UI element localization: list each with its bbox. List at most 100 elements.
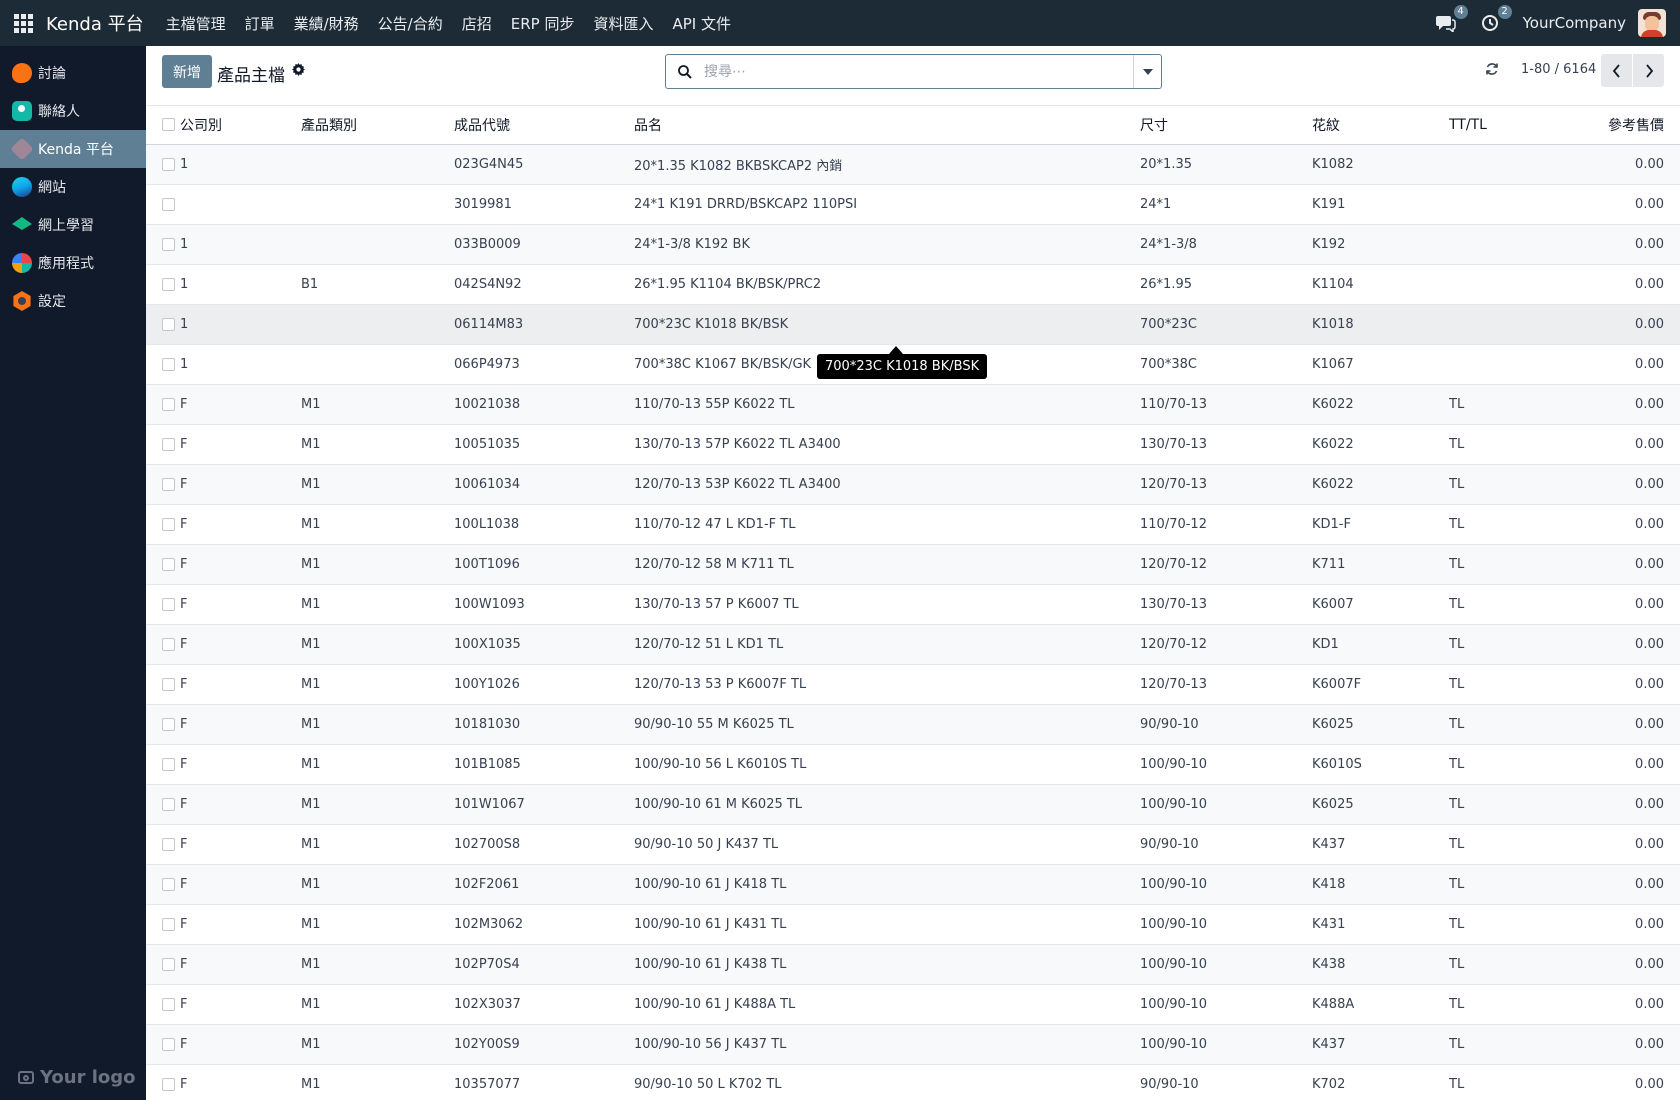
column-header-category[interactable]: 產品類別 xyxy=(301,106,454,145)
select-all-checkbox[interactable] xyxy=(162,118,175,132)
row-checkbox[interactable] xyxy=(162,1037,175,1051)
row-select-cell[interactable] xyxy=(146,1064,180,1100)
row-checkbox[interactable] xyxy=(162,477,175,491)
row-select-cell[interactable] xyxy=(146,784,180,825)
messages-icon[interactable]: 4 xyxy=(1435,5,1468,34)
row-select-cell[interactable] xyxy=(146,224,180,265)
table-row[interactable]: F M1 10181030 90/90-10 55 M K6025 TL 90/90-1… xyxy=(146,704,1680,745)
row-select-cell[interactable] xyxy=(146,904,180,945)
sidebar-item-elearning[interactable]: 網上學習 xyxy=(0,206,146,244)
menu-item-orders[interactable]: 訂單 xyxy=(245,13,275,34)
menu-item-data-import[interactable]: 資料匯入 xyxy=(593,13,653,34)
row-select-cell[interactable] xyxy=(146,504,180,545)
menu-item-announcements[interactable]: 公告/合約 xyxy=(378,13,443,34)
row-checkbox[interactable] xyxy=(162,317,175,331)
apps-menu-icon[interactable] xyxy=(0,0,46,46)
column-header-product-name[interactable]: 品名 xyxy=(634,106,1140,145)
row-select-cell[interactable] xyxy=(146,144,180,185)
table-row[interactable]: F M1 102M3062 100/90-10 61 J K431 TL 100/90-… xyxy=(146,904,1680,945)
table-row[interactable]: 1 B1 042S4N92 26*1.95 K1104 BK/BSK/PRC2 26*1… xyxy=(146,264,1680,305)
column-header-reference-price[interactable]: 參考售價 xyxy=(1539,106,1680,145)
table-row[interactable]: F M1 101W1067 100/90-10 61 M K6025 TL 100/90… xyxy=(146,784,1680,825)
row-checkbox[interactable] xyxy=(162,877,175,891)
table-row[interactable]: 1 033B0009 24*1-3/8 K192 BK 24*1-3/8 K192 0.0… xyxy=(146,224,1680,265)
menu-item-api-docs[interactable]: API 文件 xyxy=(672,13,731,34)
row-checkbox[interactable] xyxy=(162,157,175,171)
select-all-cell[interactable] xyxy=(146,106,180,145)
row-checkbox[interactable] xyxy=(162,757,175,771)
row-checkbox[interactable] xyxy=(162,557,175,571)
row-select-cell[interactable] xyxy=(146,944,180,985)
sidebar-item-website[interactable]: 網站 xyxy=(0,168,146,206)
row-select-cell[interactable] xyxy=(146,664,180,705)
row-select-cell[interactable] xyxy=(146,304,180,345)
row-checkbox[interactable] xyxy=(162,837,175,851)
table-row[interactable]: F M1 10051035 130/70-13 57P K6022 TL A3400 1… xyxy=(146,424,1680,465)
table-row[interactable]: F M1 102Y00S9 100/90-10 56 J K437 TL 100/90-… xyxy=(146,1024,1680,1065)
new-button[interactable]: 新增 xyxy=(162,55,212,88)
row-select-cell[interactable] xyxy=(146,184,180,225)
table-row[interactable]: F M1 10357077 90/90-10 50 L K702 TL 90/90-10… xyxy=(146,1064,1680,1100)
column-header-product-code[interactable]: 成品代號 xyxy=(454,106,634,145)
table-row[interactable]: F M1 100T1096 120/70-12 58 M K711 TL 120/70-… xyxy=(146,544,1680,585)
row-checkbox[interactable] xyxy=(162,517,175,531)
table-row[interactable]: F M1 100X1035 120/70-12 51 L KD1 TL 120/70-1… xyxy=(146,624,1680,665)
search-options-toggle[interactable] xyxy=(1133,55,1161,88)
row-select-cell[interactable] xyxy=(146,824,180,865)
row-checkbox[interactable] xyxy=(162,397,175,411)
menu-item-signage[interactable]: 店招 xyxy=(462,13,492,34)
sidebar-item-kenda[interactable]: Kenda 平台 xyxy=(0,130,146,168)
sidebar-item-settings[interactable]: 設定 xyxy=(0,282,146,320)
table-row[interactable]: F M1 10021038 110/70-13 55P K6022 TL 110/70-… xyxy=(146,384,1680,425)
row-select-cell[interactable] xyxy=(146,704,180,745)
column-header-company[interactable]: 公司別 xyxy=(180,106,301,145)
column-header-pattern[interactable]: 花紋 xyxy=(1312,106,1449,145)
table-row[interactable]: F M1 102F2061 100/90-10 61 J K418 TL 100/90-… xyxy=(146,864,1680,905)
table-row[interactable]: 1 023G4N45 20*1.35 K1082 BKBSKCAP2 內銷 20*1.… xyxy=(146,144,1680,185)
row-select-cell[interactable] xyxy=(146,544,180,585)
table-row[interactable]: F M1 102700S8 90/90-10 50 J K437 TL 90/90-10… xyxy=(146,824,1680,865)
row-checkbox[interactable] xyxy=(162,1077,175,1091)
menu-item-erp-sync[interactable]: ERP 同步 xyxy=(511,13,575,34)
row-select-cell[interactable] xyxy=(146,344,180,385)
table-row[interactable]: F M1 102X3037 100/90-10 61 J K488A TL 100/90… xyxy=(146,984,1680,1025)
sidebar-item-contacts[interactable]: 聯絡人 xyxy=(0,92,146,130)
row-checkbox[interactable] xyxy=(162,237,175,251)
table-row[interactable]: 3019981 24*1 K191 DRRD/BSKCAP2 110PSI 24*1… xyxy=(146,184,1680,225)
pager-previous-button[interactable] xyxy=(1601,54,1632,87)
sidebar-item-discuss[interactable]: 討論 xyxy=(0,54,146,92)
search-input[interactable] xyxy=(704,56,1133,87)
sidebar-item-apps[interactable]: 應用程式 xyxy=(0,244,146,282)
pager-next-button[interactable] xyxy=(1633,54,1664,87)
row-select-cell[interactable] xyxy=(146,984,180,1025)
row-select-cell[interactable] xyxy=(146,464,180,505)
table-row[interactable]: F M1 10061034 120/70-13 53P K6022 TL A3400 1… xyxy=(146,464,1680,505)
row-select-cell[interactable] xyxy=(146,264,180,305)
row-select-cell[interactable] xyxy=(146,384,180,425)
table-row[interactable]: F M1 100Y1026 120/70-13 53 P K6007F TL 120/7… xyxy=(146,664,1680,705)
row-checkbox[interactable] xyxy=(162,357,175,371)
table-row[interactable]: F M1 101B1085 100/90-10 56 L K6010S TL 100/9… xyxy=(146,744,1680,785)
row-checkbox[interactable] xyxy=(162,277,175,291)
pager-value[interactable]: 1-80 / 6164 xyxy=(1521,62,1596,77)
table-row[interactable]: 1 06114M83 700*23C K1018 BK/BSK 700*23C K101… xyxy=(146,304,1680,345)
column-header-tt-tl[interactable]: TT/TL xyxy=(1449,106,1539,145)
row-checkbox[interactable] xyxy=(162,597,175,611)
row-checkbox[interactable] xyxy=(162,997,175,1011)
row-checkbox[interactable] xyxy=(162,677,175,691)
row-checkbox[interactable] xyxy=(162,637,175,651)
table-row[interactable]: F M1 100W1093 130/70-13 57 P K6007 TL 130/70… xyxy=(146,584,1680,625)
gear-icon[interactable] xyxy=(292,63,305,76)
refresh-icon[interactable] xyxy=(1485,62,1499,76)
row-checkbox[interactable] xyxy=(162,957,175,971)
row-checkbox[interactable] xyxy=(162,797,175,811)
company-switcher[interactable]: YourCompany xyxy=(1523,14,1626,32)
row-checkbox[interactable] xyxy=(162,917,175,931)
table-row[interactable]: F M1 102P70S4 100/90-10 61 J K438 TL 100/90-… xyxy=(146,944,1680,985)
row-checkbox[interactable] xyxy=(162,197,175,211)
menu-item-sales-finance[interactable]: 業績/財務 xyxy=(294,13,359,34)
user-avatar[interactable] xyxy=(1638,9,1666,37)
table-row[interactable]: F M1 100L1038 110/70-12 47 L KD1-F TL 110/70… xyxy=(146,504,1680,545)
row-select-cell[interactable] xyxy=(146,1024,180,1065)
row-select-cell[interactable] xyxy=(146,584,180,625)
